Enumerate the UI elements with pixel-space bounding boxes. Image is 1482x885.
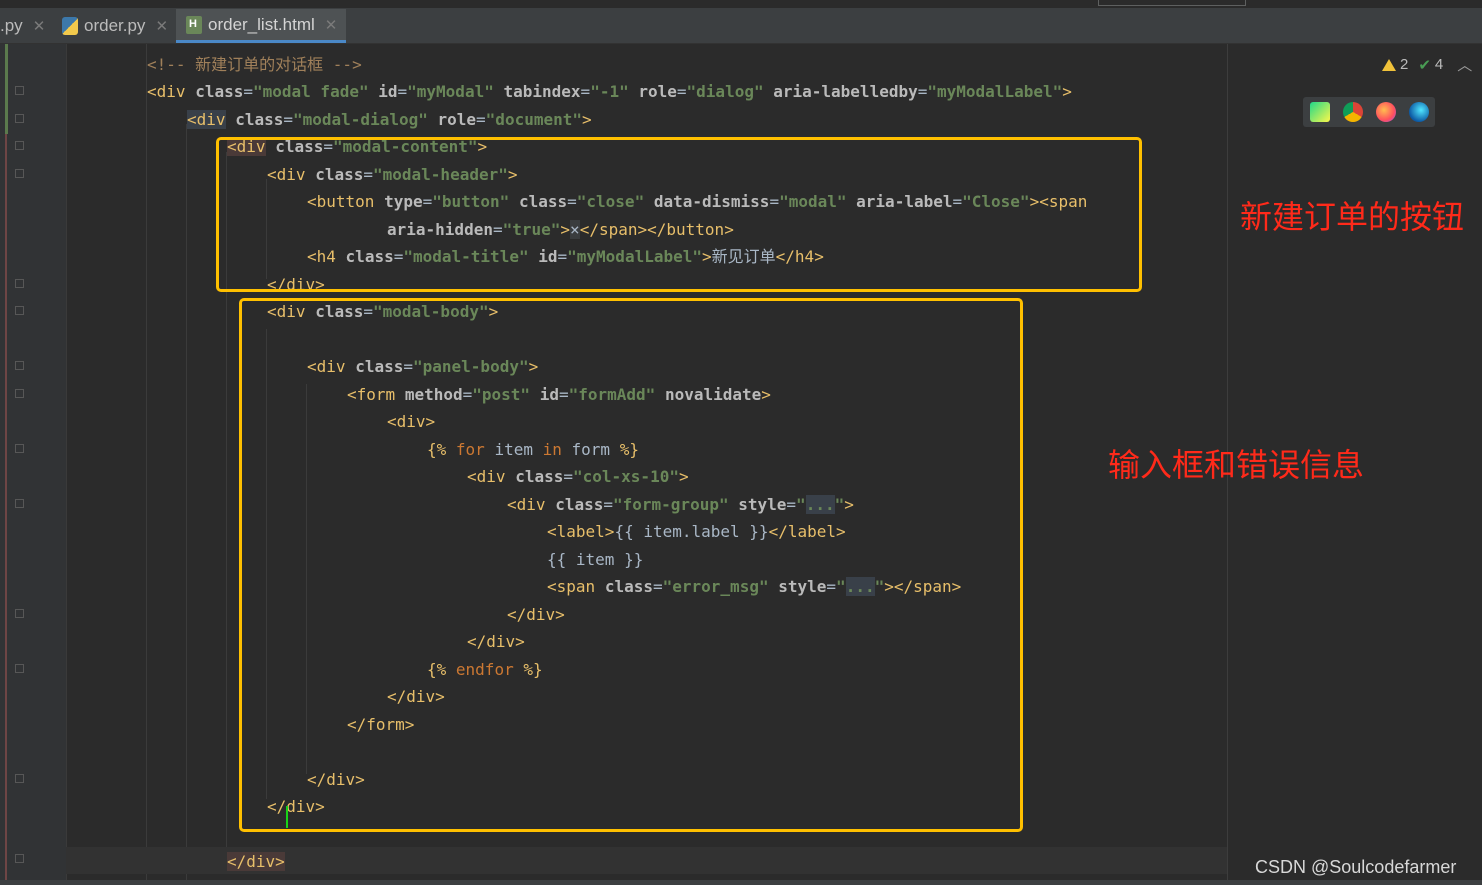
- gutter-separator: [66, 44, 67, 885]
- header-highlight-box: [216, 137, 1142, 292]
- tab-label: order.py: [84, 16, 146, 35]
- editor-tab-bar: .py ✕ order.py ✕ order_list.html ✕: [0, 0, 1482, 44]
- body-annotation-label: 输入框和错误信息: [1108, 446, 1365, 484]
- code-line-30: </div>: [227, 852, 285, 871]
- fold-icon[interactable]: [15, 361, 24, 370]
- check-icon: ✔: [1418, 56, 1431, 74]
- pycharm-icon[interactable]: [1309, 102, 1330, 122]
- fold-icon[interactable]: [15, 114, 24, 123]
- fold-icon[interactable]: [15, 306, 24, 315]
- chrome-icon[interactable]: [1342, 102, 1363, 122]
- browser-preview-toolbar: [1303, 97, 1435, 127]
- warning-count: 2: [1400, 56, 1409, 73]
- warning-icon: [1382, 58, 1396, 71]
- code-line-1: <!-- 新建订单的对话框 -->: [147, 51, 362, 78]
- title-strip: [0, 0, 1482, 8]
- fold-icon[interactable]: [15, 664, 24, 673]
- fold-icon[interactable]: [15, 389, 24, 398]
- fold-icon[interactable]: [15, 169, 24, 178]
- html-comment: <!-- 新建订单的对话框 -->: [147, 55, 362, 74]
- fold-icon[interactable]: [15, 609, 24, 618]
- tab-py-file[interactable]: .py ✕: [0, 9, 50, 43]
- fold-icon[interactable]: [15, 141, 24, 150]
- edge-icon[interactable]: [1408, 102, 1429, 122]
- added-marker: [5, 44, 8, 134]
- header-annotation-label: 新建订单的按钮: [1240, 198, 1465, 236]
- status-bar: [0, 880, 1482, 885]
- fold-icon[interactable]: [15, 774, 24, 783]
- chevron-up-icon[interactable]: ︿: [1457, 54, 1472, 75]
- fold-icon[interactable]: [15, 499, 24, 508]
- watermark: CSDN @Soulcodefarmer: [1255, 857, 1457, 877]
- html-file-icon: [186, 15, 202, 34]
- close-icon[interactable]: ✕: [33, 17, 46, 35]
- fold-icon[interactable]: [15, 86, 24, 95]
- inspection-status[interactable]: 2 ✔ 4 ︿: [1382, 54, 1472, 75]
- code-line-3: <div class="modal-dialog" role="document…: [187, 110, 592, 129]
- close-icon[interactable]: ✕: [325, 16, 338, 34]
- fold-icon[interactable]: [15, 279, 24, 288]
- tab-order-list-html[interactable]: order_list.html ✕: [176, 9, 346, 43]
- body-highlight-box: [239, 298, 1023, 832]
- tab-order-py[interactable]: order.py ✕: [62, 9, 177, 43]
- indent-guide: [146, 44, 147, 885]
- toolbar-dropdown[interactable]: [1098, 0, 1246, 6]
- code-line-2: <div class="modal fade" id="myModal" tab…: [147, 82, 1072, 101]
- firefox-icon[interactable]: [1375, 102, 1396, 122]
- fold-icon[interactable]: [15, 854, 24, 863]
- tab-label: order_list.html: [208, 14, 315, 34]
- tab-label: .py: [0, 16, 23, 35]
- indent-guide: [186, 124, 187, 884]
- check-count: 4: [1434, 56, 1444, 73]
- line-gutter: [0, 44, 66, 885]
- python-file-icon: [62, 17, 78, 35]
- change-marker: [5, 44, 7, 885]
- close-icon[interactable]: ✕: [155, 17, 168, 35]
- fold-icon[interactable]: [15, 444, 24, 453]
